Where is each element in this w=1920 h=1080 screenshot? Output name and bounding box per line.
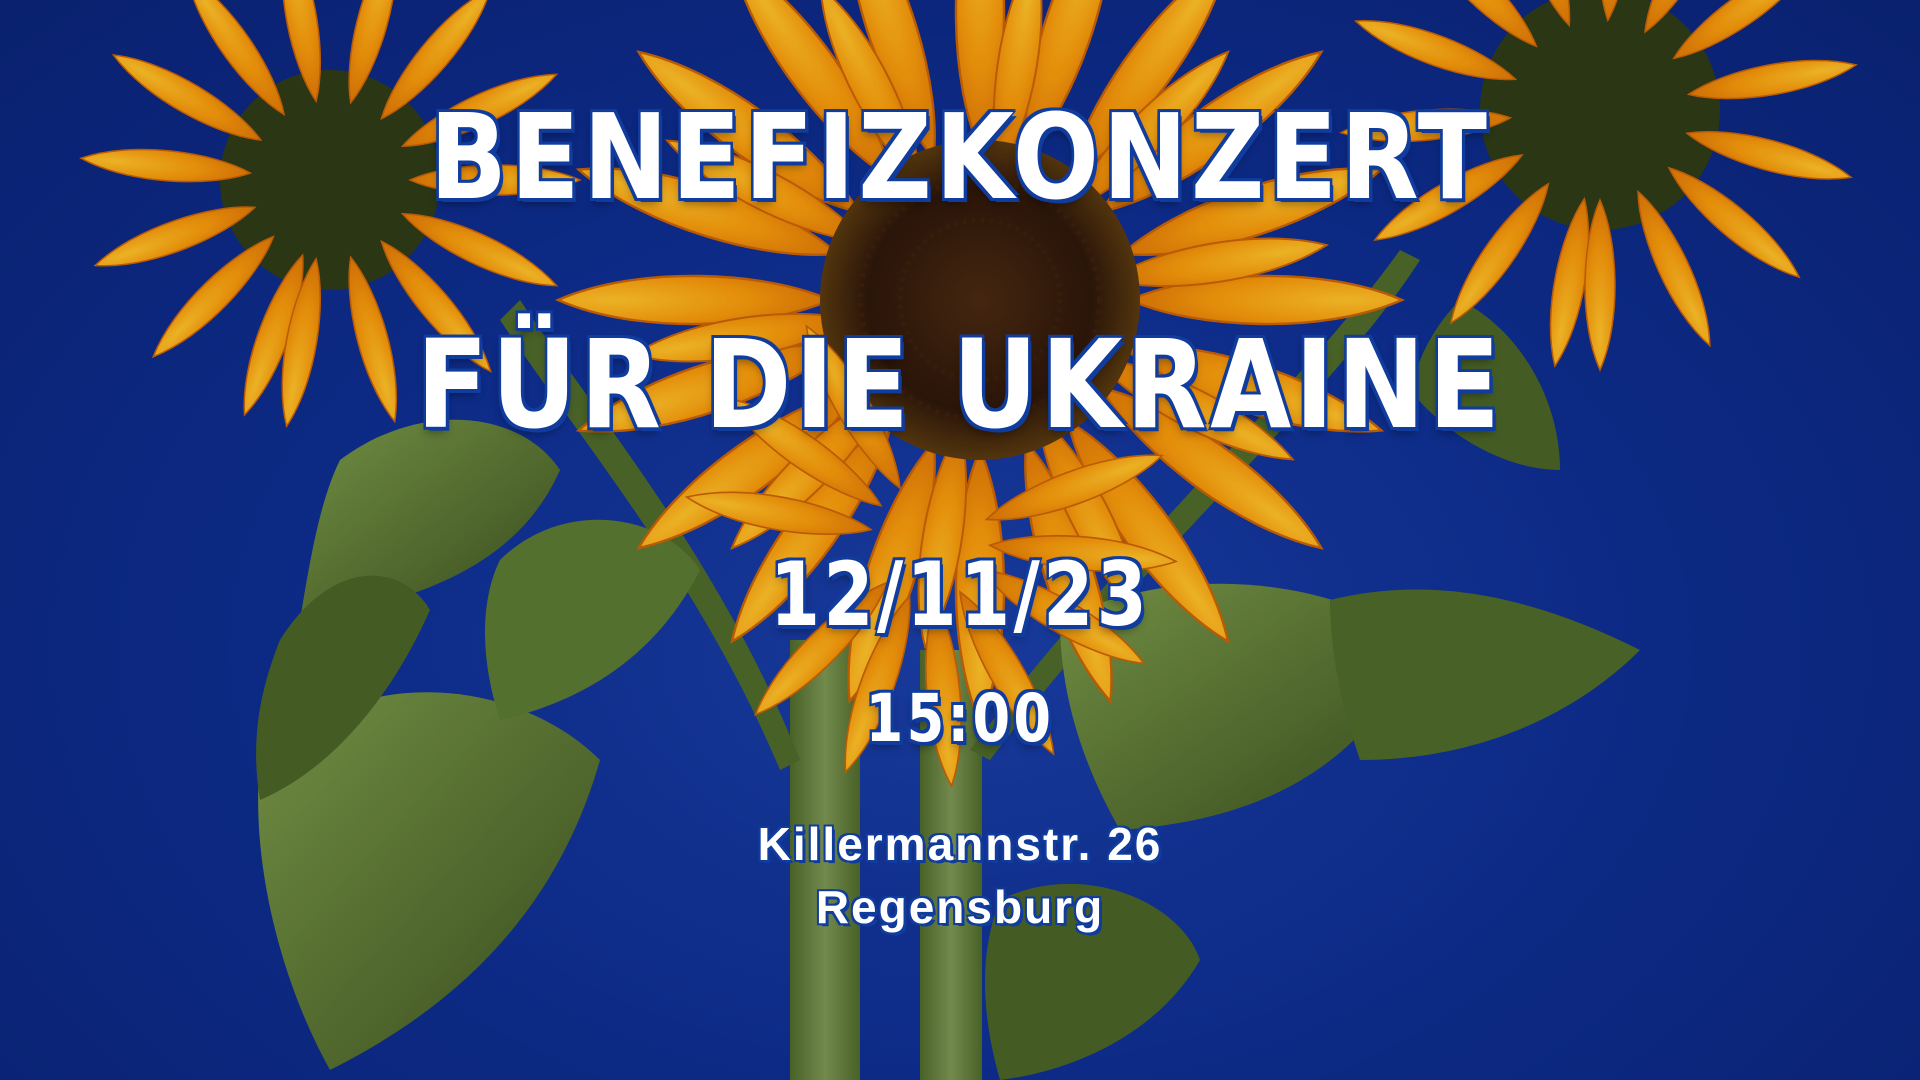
- event-address-city: Regensburg: [815, 881, 1105, 933]
- event-title-line-1: BENEFIZKONZERT: [428, 88, 1491, 226]
- event-time: 15:00: [864, 679, 1055, 759]
- event-title-line-2: FÜR DIE UKRAINE: [415, 314, 1504, 456]
- event-address-street: Killermannstr. 26: [757, 818, 1163, 870]
- event-date: 12/11/23: [769, 543, 1151, 646]
